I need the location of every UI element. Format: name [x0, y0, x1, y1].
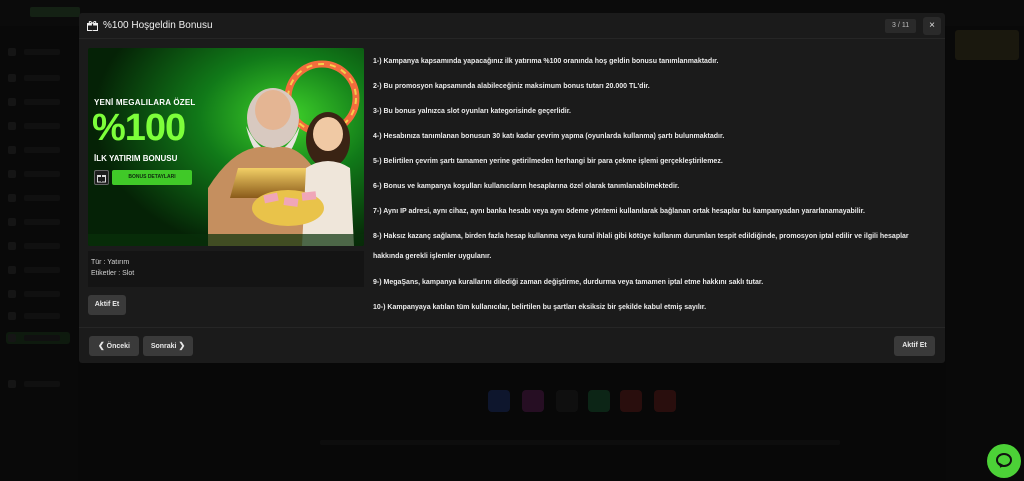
rule-item: 3-) Bu bonus yalnızca slot oyunları kate…: [373, 108, 571, 115]
close-icon: ×: [929, 20, 935, 31]
bonus-modal: %100 Hoşgeldin Bonusu 3/11 × YENİ MEGALI…: [79, 13, 945, 363]
rule-item: 8-) Haksız kazanç sağlama, birden fazla …: [373, 233, 909, 260]
banner-gift-icon: [94, 170, 109, 185]
banner-subheadline: İLK YATIRIM BONUSU: [94, 154, 178, 163]
close-button[interactable]: ×: [923, 17, 941, 35]
modal-header: %100 Hoşgeldin Bonusu 3/11 ×: [79, 13, 945, 39]
rule-item: 4-) Hesabınıza tanımlanan bonusun 30 kat…: [373, 133, 725, 140]
rule-item: 7-) Aynı IP adresi, aynı cihaz, aynı ban…: [373, 208, 865, 215]
rule-item: 9-) MegaŞans, kampanya kurallarını diled…: [373, 279, 764, 286]
page-indicator: 3/11: [885, 19, 917, 33]
bonus-info: Tür : Yatırım Etiketler : Slot: [88, 251, 364, 287]
modal-footer: ❮ Önceki Sonraki ❯ Aktif Et: [79, 327, 945, 363]
previous-button[interactable]: ❮ Önceki: [89, 336, 139, 356]
rule-item: 10-) Kampanyaya katılan tüm kullanıcılar…: [373, 304, 707, 311]
activate-button-footer[interactable]: Aktif Et: [894, 336, 935, 356]
chevron-right-icon: ❯: [178, 341, 186, 350]
rule-item: 1-) Kampanya kapsamında yapacağınız ilk …: [373, 58, 719, 65]
next-button[interactable]: Sonraki ❯: [143, 336, 193, 356]
banner-headline: YENİ MEGALILARA ÖZEL: [94, 98, 196, 107]
gift-icon: [87, 21, 98, 31]
bonus-details-button[interactable]: BONUS DETAYLARI: [112, 170, 192, 185]
rule-item: 2-) Bu promosyon kapsamında alabileceğin…: [373, 83, 650, 90]
activate-button[interactable]: Aktif Et: [88, 295, 126, 315]
rule-item: 5-) Belirtilen çevrim şartı tamamen yeri…: [373, 158, 723, 165]
page-total: 11: [901, 22, 910, 29]
next-label: Sonraki: [150, 343, 177, 350]
bonus-type: Tür : Yatırım: [91, 259, 130, 266]
bonus-banner: YENİ MEGALILARA ÖZEL %100 İLK YATIRIM BO…: [88, 48, 364, 246]
live-chat-button[interactable]: [987, 444, 1021, 478]
rule-item: 6-) Bonus ve kampanya koşulları kullanıc…: [373, 183, 680, 190]
chevron-left-icon: ❮: [97, 341, 105, 350]
modal-title: %100 Hoşgeldin Bonusu: [103, 20, 213, 31]
previous-label: Önceki: [106, 343, 130, 350]
banner-percentage: %100: [92, 107, 186, 149]
bonus-tags: Etiketler : Slot: [91, 270, 135, 277]
